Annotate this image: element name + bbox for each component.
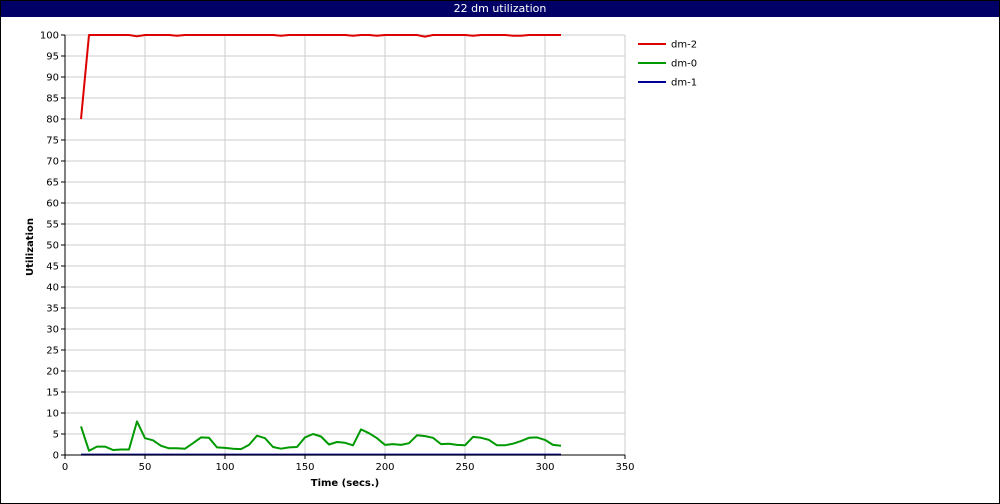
- y-tick-label: 90: [46, 73, 59, 84]
- y-tick-label: 100: [40, 31, 59, 42]
- y-tick-labels: 0 5 10 15 20 25 30 35 40 45 50 55 60 65 70 75 80 85 90 95 10…: [40, 31, 65, 462]
- grid-lines: [65, 34, 626, 455]
- y-tick-label: 55: [46, 220, 59, 231]
- legend-label-dm-1: dm-1: [671, 78, 697, 89]
- x-tick-label: 250: [455, 462, 474, 473]
- x-tick-labels: 0 50 100 150 200 250 300 350: [62, 455, 635, 473]
- y-tick-label: 25: [46, 346, 59, 357]
- x-tick-label: 50: [139, 462, 152, 473]
- legend-label-dm-0: dm-0: [671, 59, 697, 70]
- y-tick-label: 85: [46, 94, 59, 105]
- y-tick-label: 5: [53, 430, 59, 441]
- y-tick-label: 0: [53, 451, 59, 462]
- legend-label-dm-2: dm-2: [671, 40, 697, 51]
- y-tick-label: 80: [46, 115, 59, 126]
- y-tick-label: 60: [46, 199, 59, 210]
- y-tick-label: 50: [46, 241, 59, 252]
- legend: dm-2 dm-0 dm-1: [638, 40, 697, 89]
- y-axis-title: Utilization: [25, 218, 36, 276]
- x-axis-title: Time (secs.): [311, 478, 380, 489]
- x-tick-label: 200: [375, 462, 394, 473]
- y-tick-label: 40: [46, 283, 59, 294]
- y-tick-label: 95: [46, 52, 59, 63]
- y-tick-label: 30: [46, 325, 59, 336]
- y-tick-label: 15: [46, 388, 59, 399]
- x-tick-label: 100: [215, 462, 234, 473]
- y-tick-label: 35: [46, 304, 59, 315]
- y-tick-label: 10: [46, 409, 59, 420]
- y-tick-label: 45: [46, 262, 59, 273]
- y-tick-label: 20: [46, 367, 59, 378]
- x-tick-label: 300: [535, 462, 554, 473]
- y-tick-label: 75: [46, 136, 59, 147]
- y-tick-label: 70: [46, 157, 59, 168]
- x-tick-label: 0: [62, 462, 68, 473]
- x-tick-label: 350: [615, 462, 634, 473]
- x-tick-label: 150: [295, 462, 314, 473]
- y-tick-label: 65: [46, 178, 59, 189]
- chart-canvas: 0 5 10 15 20 25 30 35 40 45 50 55 60 65 70 75 80 85 90 95 10…: [25, 31, 697, 490]
